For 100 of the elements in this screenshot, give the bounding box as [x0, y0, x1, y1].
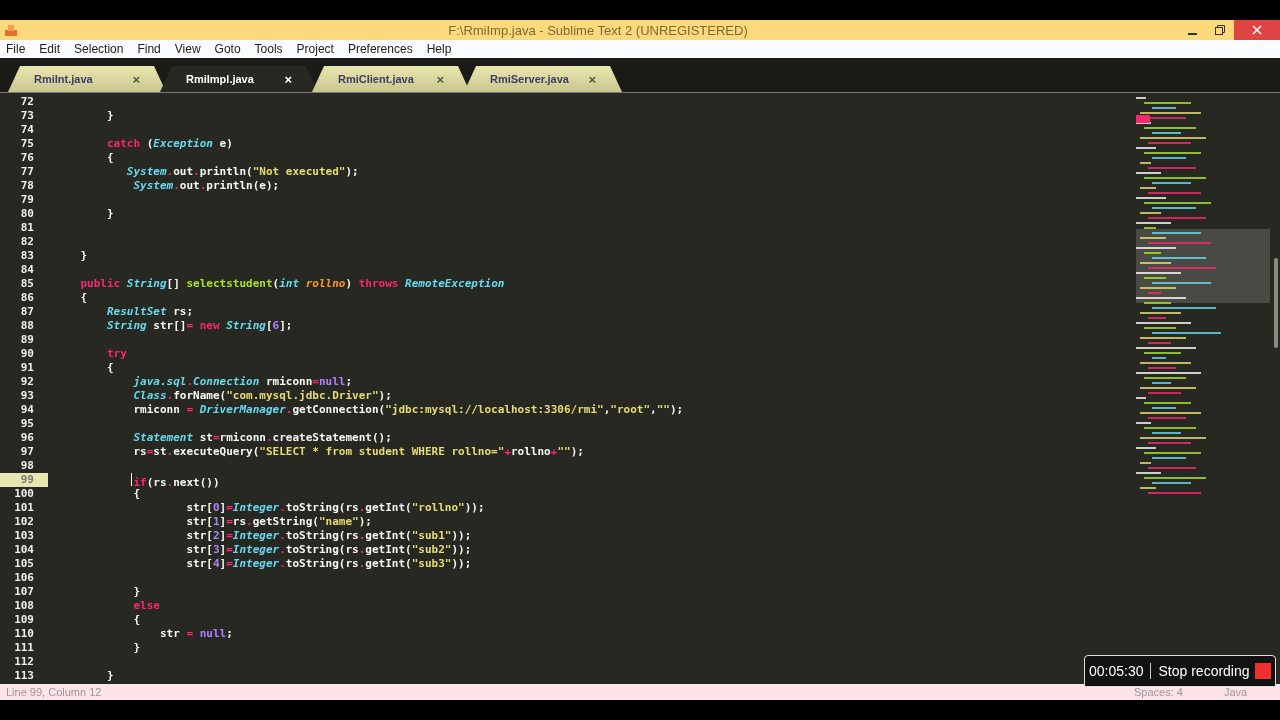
line-number: 80: [19, 207, 35, 221]
line-number: 92: [19, 375, 35, 389]
tab-label: RmiServer.java: [490, 73, 569, 85]
close-icon: [1252, 25, 1262, 35]
line-number: 100: [13, 487, 35, 501]
close-icon[interactable]: ×: [588, 71, 596, 87]
line-number: 111: [13, 641, 35, 655]
code-line: {: [106, 361, 114, 375]
line-number: 99: [0, 473, 48, 487]
line-number: 76: [19, 151, 35, 165]
restore-icon: [1215, 25, 1225, 35]
scrollbar-thumb[interactable]: [1274, 258, 1278, 348]
line-number: 83: [19, 249, 35, 263]
code-line: }: [79, 249, 88, 263]
cursor-position: Line 99, Column 12: [6, 686, 103, 698]
menu-item[interactable]: Find: [137, 42, 167, 56]
code-line: Statement st=rmiconn.createStatement();: [132, 431, 392, 445]
recording-time: 00:05:30: [1089, 663, 1151, 679]
line-number: 102: [13, 515, 35, 529]
line-number: 93: [19, 389, 35, 403]
line-number: 91: [19, 361, 35, 375]
line-number: 77: [19, 165, 35, 179]
menu-item[interactable]: Edit: [39, 42, 67, 56]
line-number: 94: [19, 403, 35, 417]
code-line: }: [106, 669, 114, 683]
code-line: }: [106, 207, 114, 221]
line-number: 113: [13, 669, 35, 683]
line-number: 105: [13, 557, 35, 571]
tab-label: RmiImpl.java: [186, 73, 254, 85]
line-number: 112: [13, 655, 35, 669]
close-icon[interactable]: ×: [284, 71, 292, 87]
menu-item[interactable]: View: [174, 42, 207, 56]
line-number: 75: [19, 137, 35, 151]
code-line: System.out.println(e);: [132, 179, 280, 193]
code-line: }: [106, 109, 114, 123]
stop-recording-button[interactable]: Stop recording: [1158, 663, 1255, 679]
line-number: 86: [19, 291, 35, 305]
app-icon: [4, 23, 18, 37]
window-title: F:\RmiImp.java - Sublime Text 2 (UNREGISTERED): [447, 22, 749, 38]
code-line: str[2]=Integer.toString(rs.getInt("sub1"));: [185, 529, 472, 543]
line-number: 90: [19, 347, 35, 361]
menu-item[interactable]: Selection: [74, 42, 130, 56]
line-number: 95: [19, 417, 35, 431]
line-number: 98: [19, 459, 35, 473]
code-line: str[0]=Integer.toString(rs.getInt("rollno"));: [185, 501, 485, 515]
line-number: 88: [19, 319, 35, 333]
code-line: System.out.println("Not executed");: [125, 165, 359, 179]
line-number: 79: [19, 193, 35, 207]
menu-item[interactable]: File: [6, 42, 32, 56]
line-number: 110: [13, 627, 35, 641]
menu-item[interactable]: Goto: [214, 42, 247, 56]
line-number: 82: [19, 235, 35, 249]
file-tab[interactable]: RmiServer.java ×: [464, 66, 622, 92]
code-line: {: [132, 487, 141, 501]
line-number: 81: [19, 221, 35, 235]
line-number: 106: [13, 571, 35, 585]
code-line: str[1]=rs.getString("name");: [185, 515, 372, 529]
code-line: {: [106, 151, 114, 165]
code-line: {: [132, 613, 141, 627]
code-line: }: [132, 585, 141, 599]
code-line: String str[]= new String[6];: [106, 319, 293, 333]
line-number: 73: [19, 109, 35, 123]
code-line: str[3]=Integer.toString(rs.getInt("sub2"));: [185, 543, 472, 557]
close-icon[interactable]: ×: [132, 71, 140, 87]
line-number: 97: [19, 445, 35, 459]
code-line: else: [132, 599, 160, 613]
line-number: 107: [13, 585, 35, 599]
menu-item[interactable]: Preferences: [347, 42, 419, 56]
line-number: 72: [19, 95, 35, 109]
minimize-icon: [1187, 32, 1197, 35]
line-number: 96: [19, 431, 35, 445]
code-line: java.sql.Connection rmiconn=null;: [132, 375, 353, 389]
line-number: 74: [19, 123, 35, 137]
code-line: rs=st.executeQuery("SELECT * from student WHERE rollno="+rollno+"");: [132, 445, 584, 459]
code-line: if(rs.next()): [54, 473, 220, 487]
tab-label: RmiInt.java: [34, 73, 93, 85]
code-line: {: [79, 291, 88, 305]
line-number: 89: [19, 333, 35, 347]
line-number: 87: [19, 305, 35, 319]
code-line: }: [132, 641, 141, 655]
line-number: 78: [19, 179, 35, 193]
line-number: 108: [13, 599, 35, 613]
line-number: 109: [13, 613, 35, 627]
line-number: 85: [19, 277, 35, 291]
code-line: rmiconn = DriverManager.getConnection("jdbc:mysql://localhost:3306/rmi","root","");: [132, 403, 684, 417]
code-line: try: [106, 347, 127, 361]
code-line: public String[] selectstudent(int rollno) throws RemoteException: [79, 277, 505, 291]
code-line: catch (Exception e): [106, 137, 233, 151]
close-icon[interactable]: ×: [436, 71, 444, 87]
menu-item[interactable]: Help: [426, 42, 458, 56]
tab-label: RmiClient.java: [338, 73, 414, 85]
code-line: ResultSet rs;: [106, 305, 194, 319]
code-line: str = null;: [158, 627, 233, 641]
menu-item[interactable]: Project: [296, 42, 340, 56]
line-number: 84: [19, 263, 35, 277]
code-line: str[4]=Integer.toString(rs.getInt("sub3"));: [185, 557, 472, 571]
menu-item[interactable]: Tools: [254, 42, 289, 56]
line-number: 101: [13, 501, 35, 515]
code-line: Class.forName("com.mysql.jdbc.Driver");: [132, 389, 392, 403]
line-number: 103: [13, 529, 35, 543]
